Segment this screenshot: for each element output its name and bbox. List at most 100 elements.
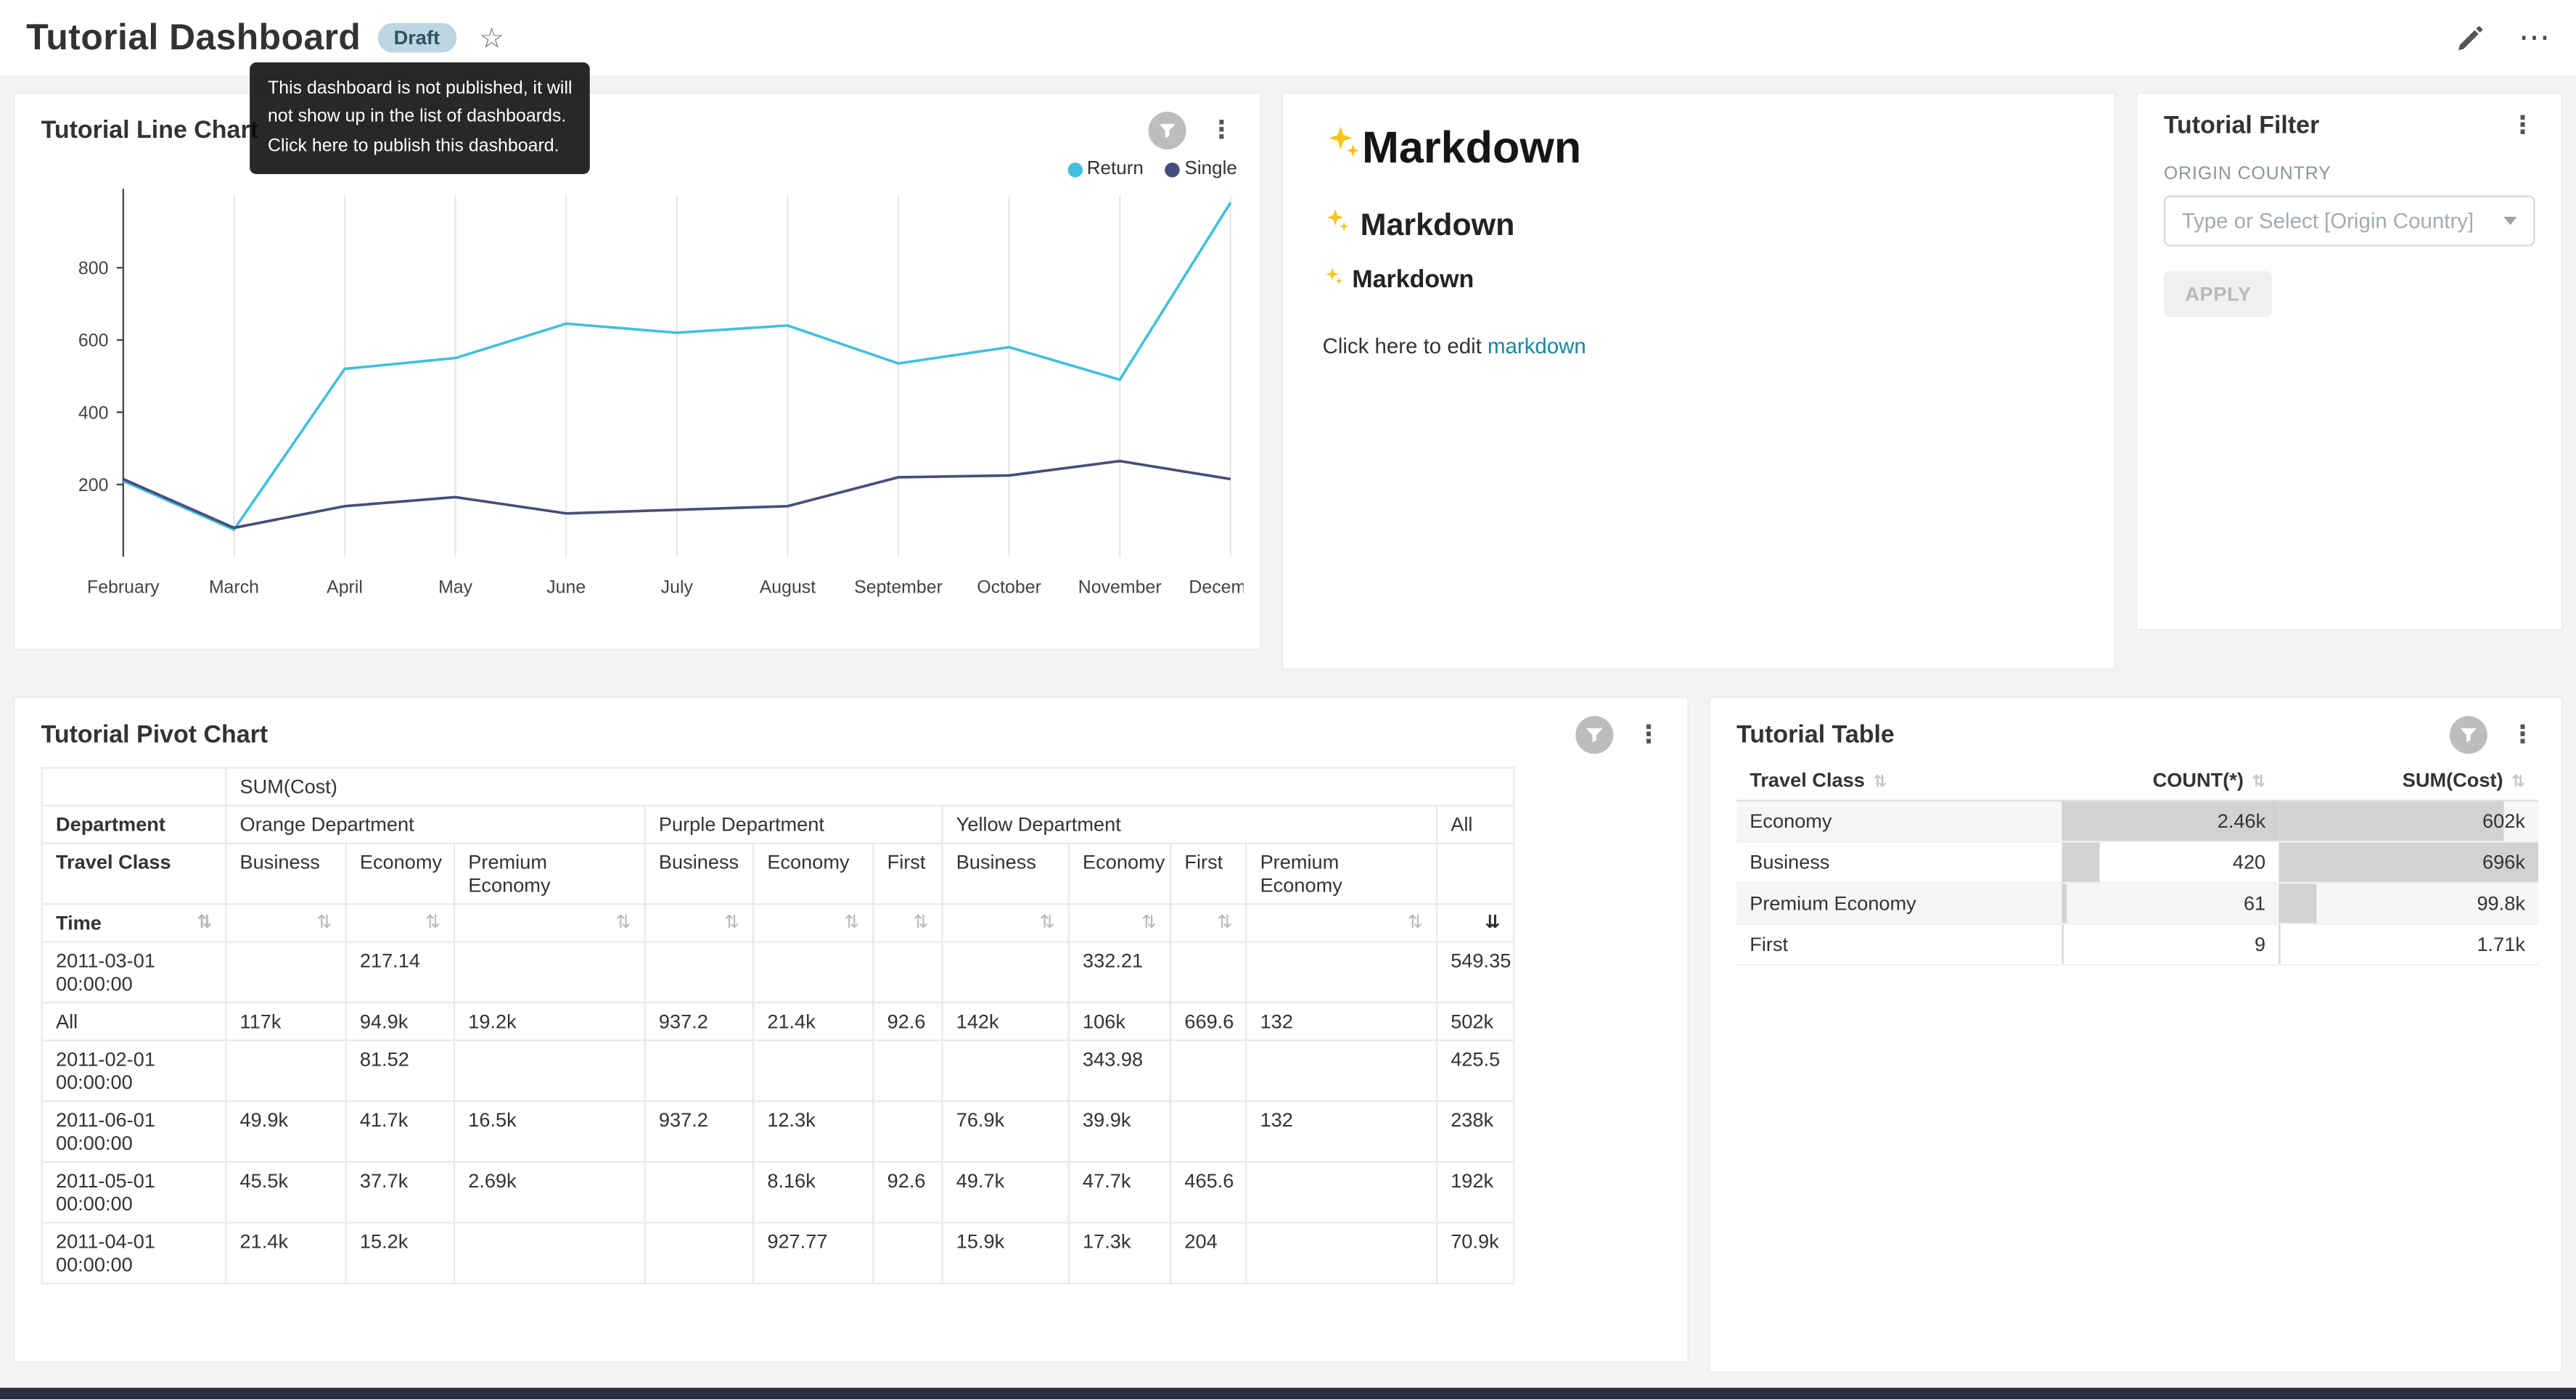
pivot-department-header: Orange Department xyxy=(226,806,644,844)
sort-icon[interactable]: ⇅ xyxy=(913,912,928,935)
line-chart-title: Tutorial Line Chart xyxy=(41,117,258,144)
filter-funnel-icon[interactable] xyxy=(2450,716,2487,754)
sort-icon[interactable]: ⇅ xyxy=(1873,773,1887,791)
table-header-row: Travel Class⇅COUNT(*)⇅SUM(Cost)⇅ xyxy=(1736,760,2538,800)
table-column-header[interactable]: COUNT(*)⇅ xyxy=(2062,760,2278,800)
origin-country-label: ORIGIN COUNTRY xyxy=(2138,164,2561,184)
sort-icon[interactable]: ⇅ xyxy=(1217,912,1232,935)
kebab-menu-icon[interactable]: ⋮ xyxy=(1206,118,1237,143)
line-chart-card-header: Tutorial Line Chart ⋮ xyxy=(15,94,1260,153)
sort-icon[interactable]: ⇅ xyxy=(1408,912,1423,935)
pivot-sort-cell[interactable]: ⇅ xyxy=(645,904,753,942)
pivot-value-cell: 94.9k xyxy=(346,1003,454,1041)
pivot-value-cell: 92.6 xyxy=(873,1163,942,1224)
x-axis-label: August xyxy=(760,577,816,597)
pivot-sort-cell[interactable]: ⇅ xyxy=(942,904,1068,942)
pivot-sort-cell[interactable]: ⇅ xyxy=(1069,904,1170,942)
sort-desc-icon[interactable]: ⇊ xyxy=(1485,912,1500,935)
pivot-table: SUM(Cost)DepartmentOrange DepartmentPurp… xyxy=(41,767,1515,1285)
apply-button[interactable]: APPLY xyxy=(2164,271,2273,317)
pivot-value-cell: 937.2 xyxy=(645,1003,753,1041)
pivot-travel-class-header: Premium Economy xyxy=(1246,844,1437,905)
edit-pencil-icon[interactable] xyxy=(2455,22,2486,54)
pivot-value-cell: 16.5k xyxy=(454,1102,645,1163)
filter-card: Tutorial Filter ⋮ ORIGIN COUNTRY APPLY xyxy=(2136,92,2563,631)
sort-icon[interactable]: ⇅ xyxy=(724,912,739,935)
table-column-header[interactable]: Travel Class⇅ xyxy=(1736,760,2062,800)
filter-funnel-icon[interactable] xyxy=(1149,112,1186,149)
pivot-value-cell: 549.35 xyxy=(1437,942,1514,1003)
pivot-travel-class-header: Economy xyxy=(346,844,454,905)
pivot-sort-cell[interactable]: ⇅ xyxy=(1170,904,1246,942)
sort-icon[interactable]: ⇅ xyxy=(844,912,859,935)
pivot-value-cell: 2.69k xyxy=(454,1163,645,1224)
line-chart-card: Tutorial Line Chart ⋮ Return Single Febru… xyxy=(13,92,1262,651)
pivot-value-cell: 21.4k xyxy=(226,1223,345,1284)
metric-value: 602k xyxy=(2482,810,2525,833)
pivot-row: 2011-03-01 00:00:00217.14332.21549.35 xyxy=(42,942,1514,1003)
line-chart-area[interactable]: FebruaryMarchAprilMayJuneJulyAugustSepte… xyxy=(15,179,1260,609)
pivot-value-cell: 21.4k xyxy=(753,1003,873,1041)
sort-icon[interactable]: ⇅ xyxy=(1040,912,1055,935)
y-axis-label: 600 xyxy=(78,331,109,351)
markdown-h2-text: Markdown xyxy=(1361,207,1515,244)
pivot-sort-cell[interactable]: ⇅ xyxy=(346,904,454,942)
sort-icon[interactable]: ⇅ xyxy=(2252,773,2265,791)
pivot-sort-cell[interactable]: ⇅ xyxy=(753,904,873,942)
y-axis-label: 800 xyxy=(78,258,109,279)
sparkle-icon xyxy=(1323,266,1344,294)
pivot-value-cell: 45.5k xyxy=(226,1163,345,1224)
kebab-menu-icon[interactable]: ⋮ xyxy=(2507,722,2538,747)
pivot-sort-cell[interactable]: ⇊ xyxy=(1437,904,1514,942)
pivot-row-label: 2011-06-01 00:00:00 xyxy=(42,1102,226,1163)
pivot-value-cell xyxy=(942,1041,1068,1102)
origin-country-select[interactable] xyxy=(2164,195,2535,246)
sort-icon[interactable]: ⇅ xyxy=(197,912,212,935)
pivot-time-text: Time xyxy=(56,912,102,935)
favorite-star-icon[interactable]: ☆ xyxy=(479,24,504,52)
tooltip-line: Click here to publish this dashboard. xyxy=(268,133,572,161)
pivot-value-cell xyxy=(454,942,645,1003)
sort-icon[interactable]: ⇅ xyxy=(2511,773,2525,791)
origin-country-input[interactable] xyxy=(2182,209,2494,234)
pivot-value-cell: 332.21 xyxy=(1069,942,1170,1003)
legend-item[interactable]: Return xyxy=(1067,160,1144,179)
pivot-travel-class-header: Premium Economy xyxy=(454,844,645,905)
metric-value: 1.71k xyxy=(2477,933,2524,956)
markdown-edit-link[interactable]: markdown xyxy=(1488,334,1586,358)
pivot-row-label: 2011-04-01 00:00:00 xyxy=(42,1223,226,1284)
pivot-sort-cell[interactable]: ⇅ xyxy=(873,904,942,942)
pivot-value-cell: 217.14 xyxy=(346,942,454,1003)
pivot-sort-cell[interactable]: ⇅ xyxy=(226,904,345,942)
markdown-body: Markdown Markdown Markdown Click here to… xyxy=(1283,94,2114,368)
draft-badge[interactable]: Draft xyxy=(377,23,456,53)
sort-icon[interactable]: ⇅ xyxy=(1141,912,1157,935)
pivot-value-cell: 47.7k xyxy=(1069,1163,1170,1224)
filter-funnel-icon[interactable] xyxy=(1575,716,1613,754)
sort-icon[interactable]: ⇅ xyxy=(425,912,440,935)
pivot-value-cell xyxy=(1246,942,1437,1003)
kebab-menu-icon[interactable]: ⋮ xyxy=(1633,722,1665,747)
pivot-value-cell xyxy=(645,1223,753,1284)
markdown-h3-text: Markdown xyxy=(1352,266,1474,294)
header-actions: ⋯ xyxy=(2455,22,2550,54)
pivot-sort-cell[interactable]: ⇅ xyxy=(1246,904,1437,942)
metric-cell: 420 xyxy=(2062,841,2278,883)
pivot-sort-cell[interactable]: ⇅ xyxy=(454,904,645,942)
sparkle-icon xyxy=(1323,123,1362,174)
pivot-row-label: All xyxy=(42,1003,226,1041)
markdown-card[interactable]: Markdown Markdown Markdown Click here to… xyxy=(1281,92,2116,670)
legend-label: Single xyxy=(1184,160,1236,179)
more-options-icon[interactable]: ⋯ xyxy=(2519,22,2550,54)
sort-icon[interactable]: ⇅ xyxy=(616,912,631,935)
kebab-menu-icon[interactable]: ⋮ xyxy=(2507,113,2538,138)
pivot-row: 2011-05-01 00:00:0045.5k37.7k2.69k8.16k9… xyxy=(42,1163,1514,1224)
sort-icon[interactable]: ⇅ xyxy=(316,912,332,935)
publish-tooltip[interactable]: This dashboard is not published, it will… xyxy=(250,62,590,174)
pivot-value-cell xyxy=(1246,1223,1437,1284)
pivot-value-cell: 425.5 xyxy=(1437,1041,1514,1102)
pivot-corner-cell xyxy=(42,767,226,805)
legend-item[interactable]: Single xyxy=(1165,160,1237,179)
value-bar xyxy=(2278,884,2315,923)
table-column-header[interactable]: SUM(Cost)⇅ xyxy=(2278,760,2538,800)
